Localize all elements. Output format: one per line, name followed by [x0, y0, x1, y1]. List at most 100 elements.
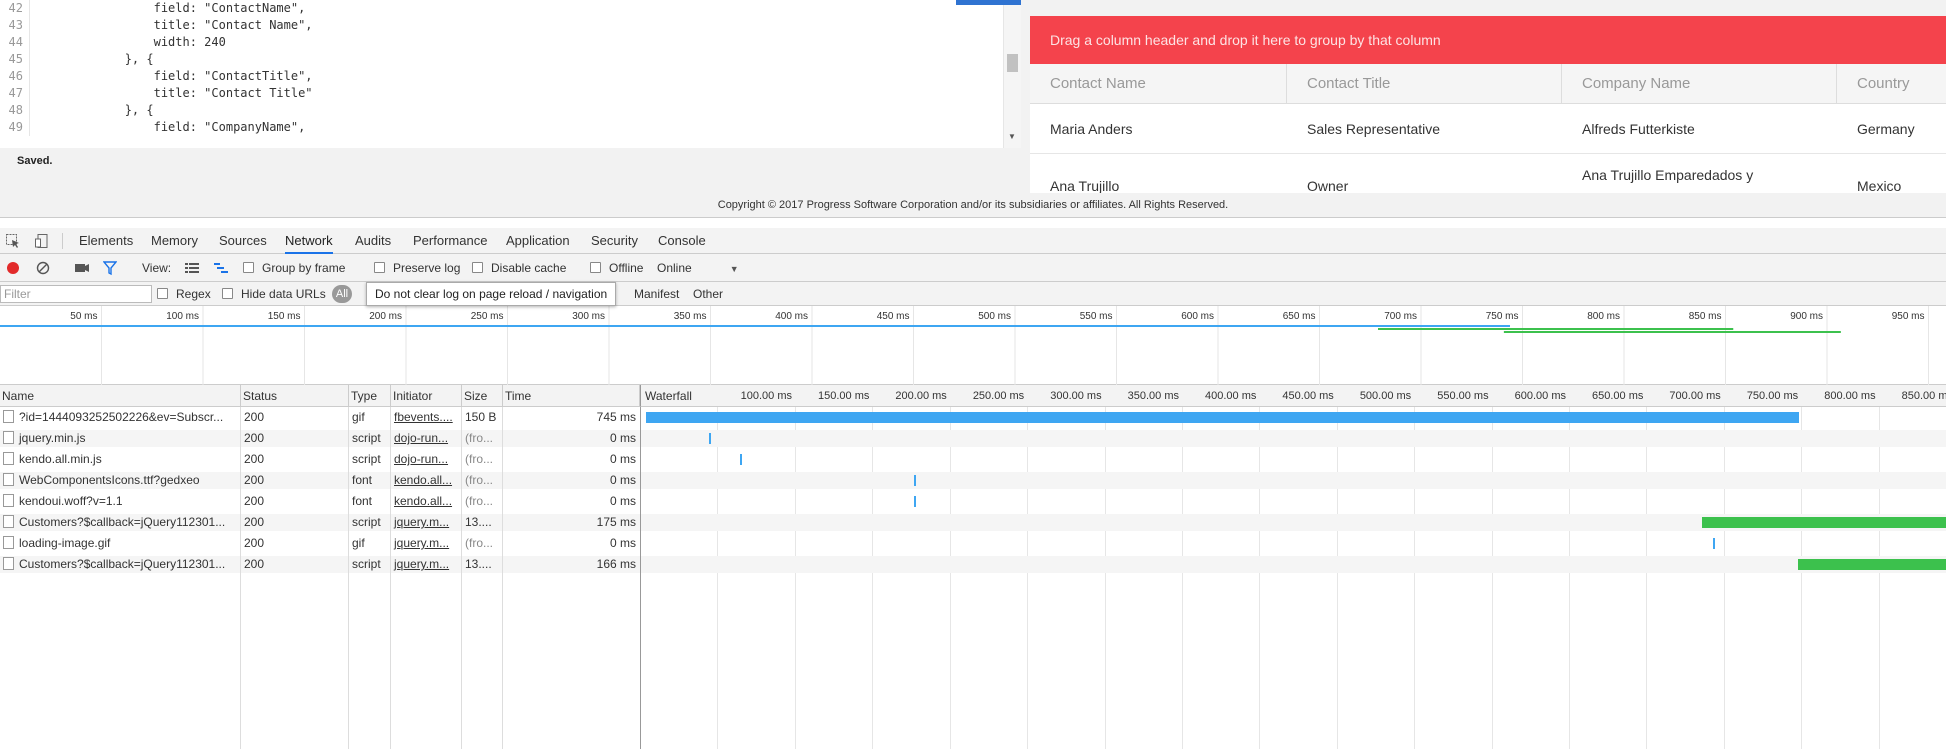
filter-type-other[interactable]: Other [693, 282, 723, 306]
requests-header: Name Status Type Initiator Size Time [0, 385, 640, 407]
cell-initiator[interactable]: dojo-run... [391, 430, 462, 447]
disable-cache-checkbox[interactable]: Disable cache [472, 254, 566, 282]
waterfall-bar[interactable] [1797, 559, 1946, 570]
cell-time: 745 ms [596, 410, 636, 424]
cell-initiator[interactable]: jquery.m... [391, 535, 462, 552]
code-line[interactable]: 46 field: "ContactTitle", [0, 68, 1003, 85]
screenshot-camera-icon[interactable] [74, 254, 90, 282]
waterfall-bar[interactable] [646, 412, 1800, 423]
offline-checkbox[interactable]: Offline [590, 254, 643, 282]
overview-tick-label: 200 ms [369, 311, 402, 322]
code-line[interactable]: 48 }, { [0, 102, 1003, 119]
table-row[interactable]: jquery.min.js 200 script dojo-run... (fro...… [0, 430, 640, 447]
grid-header-company-name[interactable]: Company Name [1562, 64, 1837, 103]
network-overview[interactable]: 50 ms 100 ms 150 ms 200 ms 250 ms 300 ms 350 m… [0, 306, 1946, 385]
table-row[interactable]: kendoui.woff?v=1.1 200 font kendo.all... (fr… [0, 493, 640, 510]
device-toolbar-icon[interactable] [34, 233, 50, 249]
table-row[interactable]: kendo.all.min.js 200 script dojo-run... (fro… [0, 451, 640, 468]
filter-type-manifest[interactable]: Manifest [634, 282, 679, 306]
grid-cell: Alfreds Futterkiste [1582, 121, 1695, 137]
cell-initiator[interactable]: kendo.all... [391, 493, 462, 510]
editor-scrollbar[interactable]: ▼ [1003, 0, 1021, 148]
tab-network[interactable]: Network [285, 228, 333, 254]
column-header-name[interactable]: Name [0, 385, 241, 407]
preserve-log-checkbox[interactable]: Preserve log [374, 254, 460, 282]
tab-audits[interactable]: Audits [355, 228, 391, 254]
cell-initiator[interactable]: jquery.m... [391, 514, 462, 531]
column-header-size[interactable]: Size [462, 385, 503, 407]
table-row[interactable]: ?id=1444093252502226&ev=Subscr... 200 gif f… [0, 409, 640, 426]
filter-input[interactable] [0, 285, 152, 303]
code-line[interactable]: 45 }, { [0, 51, 1003, 68]
overview-tick-label: 150 ms [268, 311, 301, 322]
tab-sources[interactable]: Sources [219, 228, 267, 254]
cell-initiator[interactable]: kendo.all... [391, 472, 462, 489]
code-line[interactable]: 43 title: "Contact Name", [0, 17, 1003, 34]
large-rows-icon[interactable] [184, 254, 200, 282]
record-icon[interactable] [6, 254, 20, 282]
table-row[interactable]: WebComponentsIcons.ttf?gedxeo 200 font kend… [0, 472, 640, 489]
column-header-waterfall[interactable]: Waterfall [645, 385, 715, 407]
tab-memory[interactable]: Memory [151, 228, 198, 254]
waterfall-bar[interactable] [913, 475, 916, 486]
waterfall-tick-label: 550.00 ms [1437, 390, 1489, 402]
throttling-select[interactable]: Online ▼ [657, 254, 739, 282]
line-number: 49 [0, 119, 30, 136]
waterfall-bar[interactable] [1712, 538, 1715, 549]
page-copyright: Copyright © 2017 Progress Software Corpo… [0, 193, 1946, 218]
waterfall-bar[interactable] [1701, 517, 1946, 528]
cell-name: WebComponentsIcons.ttf?gedxeo [0, 472, 241, 489]
waterfall-view-icon[interactable] [213, 254, 229, 282]
column-header-initiator[interactable]: Initiator [391, 385, 462, 407]
column-header-type[interactable]: Type [349, 385, 391, 407]
editor-code-area[interactable]: 42 field: "ContactName", 43 title: "Conta… [0, 0, 1003, 148]
clear-icon[interactable] [36, 254, 50, 282]
regex-checkbox[interactable]: Regex [157, 282, 211, 306]
waterfall-header[interactable]: Waterfall 100.00 ms 150.00 ms 200.00 ms 250.… [640, 385, 1946, 407]
overview-tick-label: 800 ms [1587, 311, 1620, 322]
scroll-down-icon[interactable]: ▼ [1008, 132, 1016, 141]
editor-scrollbar-thumb[interactable] [1007, 54, 1018, 72]
filter-type-all[interactable]: All [332, 285, 352, 303]
tab-application[interactable]: Application [506, 228, 570, 254]
table-row[interactable]: Customers?$callback=jQuery112301... 200 sc… [0, 556, 640, 573]
cell-status: 200 [244, 410, 265, 424]
cell-initiator[interactable]: fbevents.... [391, 409, 462, 426]
tab-elements[interactable]: Elements [79, 228, 133, 254]
code-line[interactable]: 44 width: 240 [0, 34, 1003, 51]
grid-header-contact-name[interactable]: Contact Name [1030, 64, 1287, 103]
grid-group-bar[interactable]: Drag a column header and drop it here to… [1030, 16, 1946, 64]
network-toolbar: View: Group by frame Preserve log Disabl… [0, 254, 1946, 282]
cell-initiator[interactable]: jquery.m... [391, 556, 462, 573]
tab-security[interactable]: Security [591, 228, 638, 254]
column-header-status[interactable]: Status [241, 385, 349, 407]
grid-row[interactable]: Maria Anders Sales Representative Alfred… [1030, 104, 1946, 154]
waterfall-bar[interactable] [740, 454, 743, 465]
tab-console[interactable]: Console [658, 228, 706, 254]
cell-time: 0 ms [609, 452, 636, 466]
hide-data-urls-checkbox[interactable]: Hide data URLs [222, 282, 326, 306]
group-by-frame-checkbox[interactable]: Group by frame [243, 254, 345, 282]
table-row[interactable]: Customers?$callback=jQuery112301... 200 sc… [0, 514, 640, 531]
code-text: }, { [38, 103, 154, 117]
cell-initiator[interactable]: dojo-run... [391, 451, 462, 468]
inspect-element-icon[interactable] [5, 233, 21, 249]
filter-icon[interactable] [102, 254, 118, 282]
cell-time: 0 ms [609, 473, 636, 487]
code-editor[interactable]: 42 field: "ContactName", 43 title: "Conta… [0, 0, 1021, 148]
overview-tick-label: 550 ms [1080, 311, 1113, 322]
tab-performance[interactable]: Performance [413, 228, 487, 254]
grid-header-contact-title[interactable]: Contact Title [1287, 64, 1562, 103]
cell-name: kendoui.woff?v=1.1 [0, 493, 241, 510]
waterfall-bar[interactable] [709, 433, 712, 444]
code-line[interactable]: 47 title: "Contact Title" [0, 85, 1003, 102]
file-icon [3, 431, 14, 444]
column-header-time[interactable]: Time [503, 385, 640, 407]
code-text: title: "Contact Name", [38, 18, 313, 32]
grid-header-country[interactable]: Country [1837, 64, 1946, 103]
table-row[interactable]: loading-image.gif 200 gif jquery.m... (fro..… [0, 535, 640, 552]
request-name: Customers?$callback=jQuery112301... [19, 515, 226, 529]
code-line[interactable]: 49 field: "CompanyName", [0, 119, 1003, 136]
code-line[interactable]: 42 field: "ContactName", [0, 0, 1003, 17]
waterfall-bar[interactable] [913, 496, 916, 507]
